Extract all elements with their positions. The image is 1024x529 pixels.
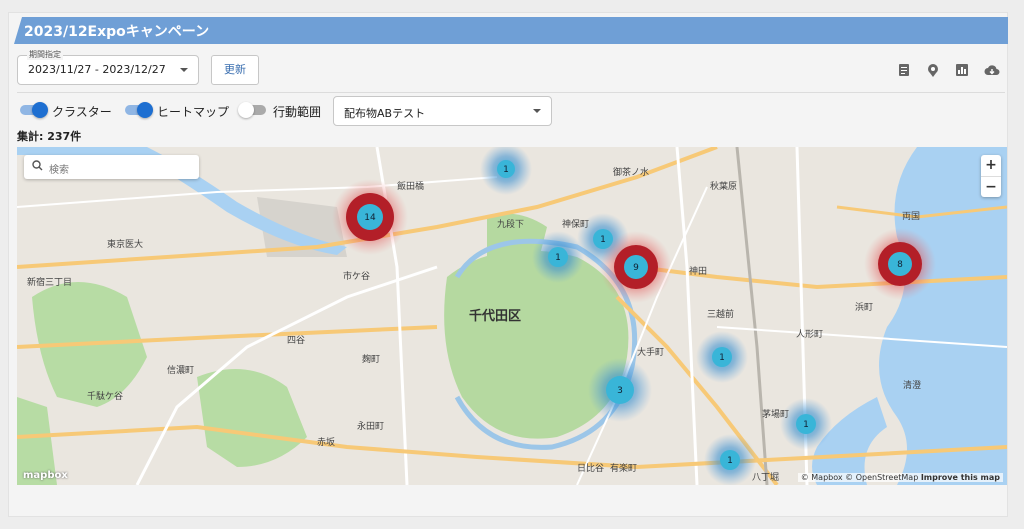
update-button[interactable]: 更新 <box>211 55 259 85</box>
cluster-count[interactable]: 1 <box>503 165 509 175</box>
map-label: 新宿三丁目 <box>27 278 73 288</box>
map-label: 九段下 <box>497 220 525 230</box>
map-label: 有楽町 <box>610 464 638 474</box>
zoom-in-button[interactable]: + <box>981 155 1001 176</box>
cluster-count[interactable]: 9 <box>633 263 639 273</box>
cloud-download-icon[interactable] <box>984 63 1000 77</box>
chevron-down-icon <box>180 68 188 72</box>
cluster-toggle-label: クラスター <box>52 105 112 119</box>
mapbox-logo[interactable]: mapbox <box>23 470 68 481</box>
map-label: 千駄ケ谷 <box>87 392 124 402</box>
map-search-input[interactable]: 検索 <box>24 155 199 179</box>
heatmap-toggle-label: ヒートマップ <box>157 105 230 119</box>
map-label: 永田町 <box>357 422 385 432</box>
map-label: 浜町 <box>855 303 874 313</box>
cluster-count[interactable]: 1 <box>719 353 725 363</box>
cluster-count[interactable]: 1 <box>600 235 606 245</box>
map-pin-icon[interactable] <box>926 63 940 77</box>
chart-icon[interactable] <box>955 63 969 77</box>
map-label: 信濃町 <box>167 366 195 376</box>
map-label: 茅場町 <box>762 410 790 420</box>
range-toggle-label: 行動範囲 <box>273 105 322 119</box>
map-label: 清澄 <box>903 381 922 391</box>
cluster-count[interactable]: 1 <box>555 253 561 263</box>
map-label: 東京医大 <box>107 240 144 250</box>
zoom-control: + − <box>981 155 1001 197</box>
map-label: 御茶ノ水 <box>613 168 650 178</box>
map-label-chiyoda: 千代田区 <box>469 309 522 324</box>
cluster-toggle[interactable] <box>20 102 48 118</box>
search-placeholder: 検索 <box>49 165 69 176</box>
map-label: 市ケ谷 <box>343 272 371 282</box>
toggle-knob <box>137 102 153 118</box>
toggle-knob <box>238 102 254 118</box>
cluster-count[interactable]: 8 <box>897 260 903 270</box>
period-legend: 期間指定 <box>27 49 63 60</box>
improve-map-link[interactable]: Improve this map <box>921 473 1000 482</box>
map-label: 大手町 <box>637 348 665 358</box>
zoom-out-button[interactable]: − <box>981 176 1001 197</box>
material-select-value: 配布物ABテスト <box>344 107 426 120</box>
map-label: 神田 <box>689 267 708 277</box>
map-label: 日比谷 <box>577 464 605 474</box>
map-label: 飯田橋 <box>397 182 425 192</box>
toggle-knob <box>32 102 48 118</box>
report-icon[interactable] <box>897 63 911 77</box>
map-label: 麹町 <box>362 355 381 365</box>
range-toggle[interactable] <box>238 102 266 118</box>
cluster-count[interactable]: 14 <box>364 213 375 223</box>
map-label: 神保町 <box>562 220 590 230</box>
map-label: 四谷 <box>287 336 306 346</box>
search-icon <box>32 160 43 174</box>
map-label: 八丁堀 <box>752 473 780 483</box>
cluster-count[interactable]: 1 <box>727 456 733 466</box>
map-label: 両国 <box>902 212 921 222</box>
cluster-count[interactable]: 3 <box>617 386 623 396</box>
cluster-count[interactable]: 1 <box>803 420 809 430</box>
heatmap-toggle[interactable] <box>125 102 153 118</box>
map-label: 秋葉原 <box>710 182 738 192</box>
map-view[interactable]: 1 14 1 1 9 3 1 1 1 8 千代田区 市ケ谷 九段下 神保町 御茶… <box>17 147 1007 485</box>
map-attribution: © Mapbox © OpenStreetMap Improve this ma… <box>797 473 1003 482</box>
divider <box>17 92 1005 93</box>
map-label: 人形町 <box>796 330 824 340</box>
attribution-text[interactable]: © Mapbox © OpenStreetMap <box>801 473 919 482</box>
chevron-down-icon <box>533 109 541 113</box>
map-label: 赤坂 <box>317 438 336 448</box>
map-label: 三越前 <box>707 310 735 320</box>
total-count: 集計: 237件 <box>17 130 82 143</box>
material-select[interactable]: 配布物ABテスト <box>333 96 552 126</box>
page-title: 2023/12Expoキャンペーン <box>24 24 210 40</box>
period-date-value: 2023/11/27 - 2023/12/27 <box>28 63 166 76</box>
